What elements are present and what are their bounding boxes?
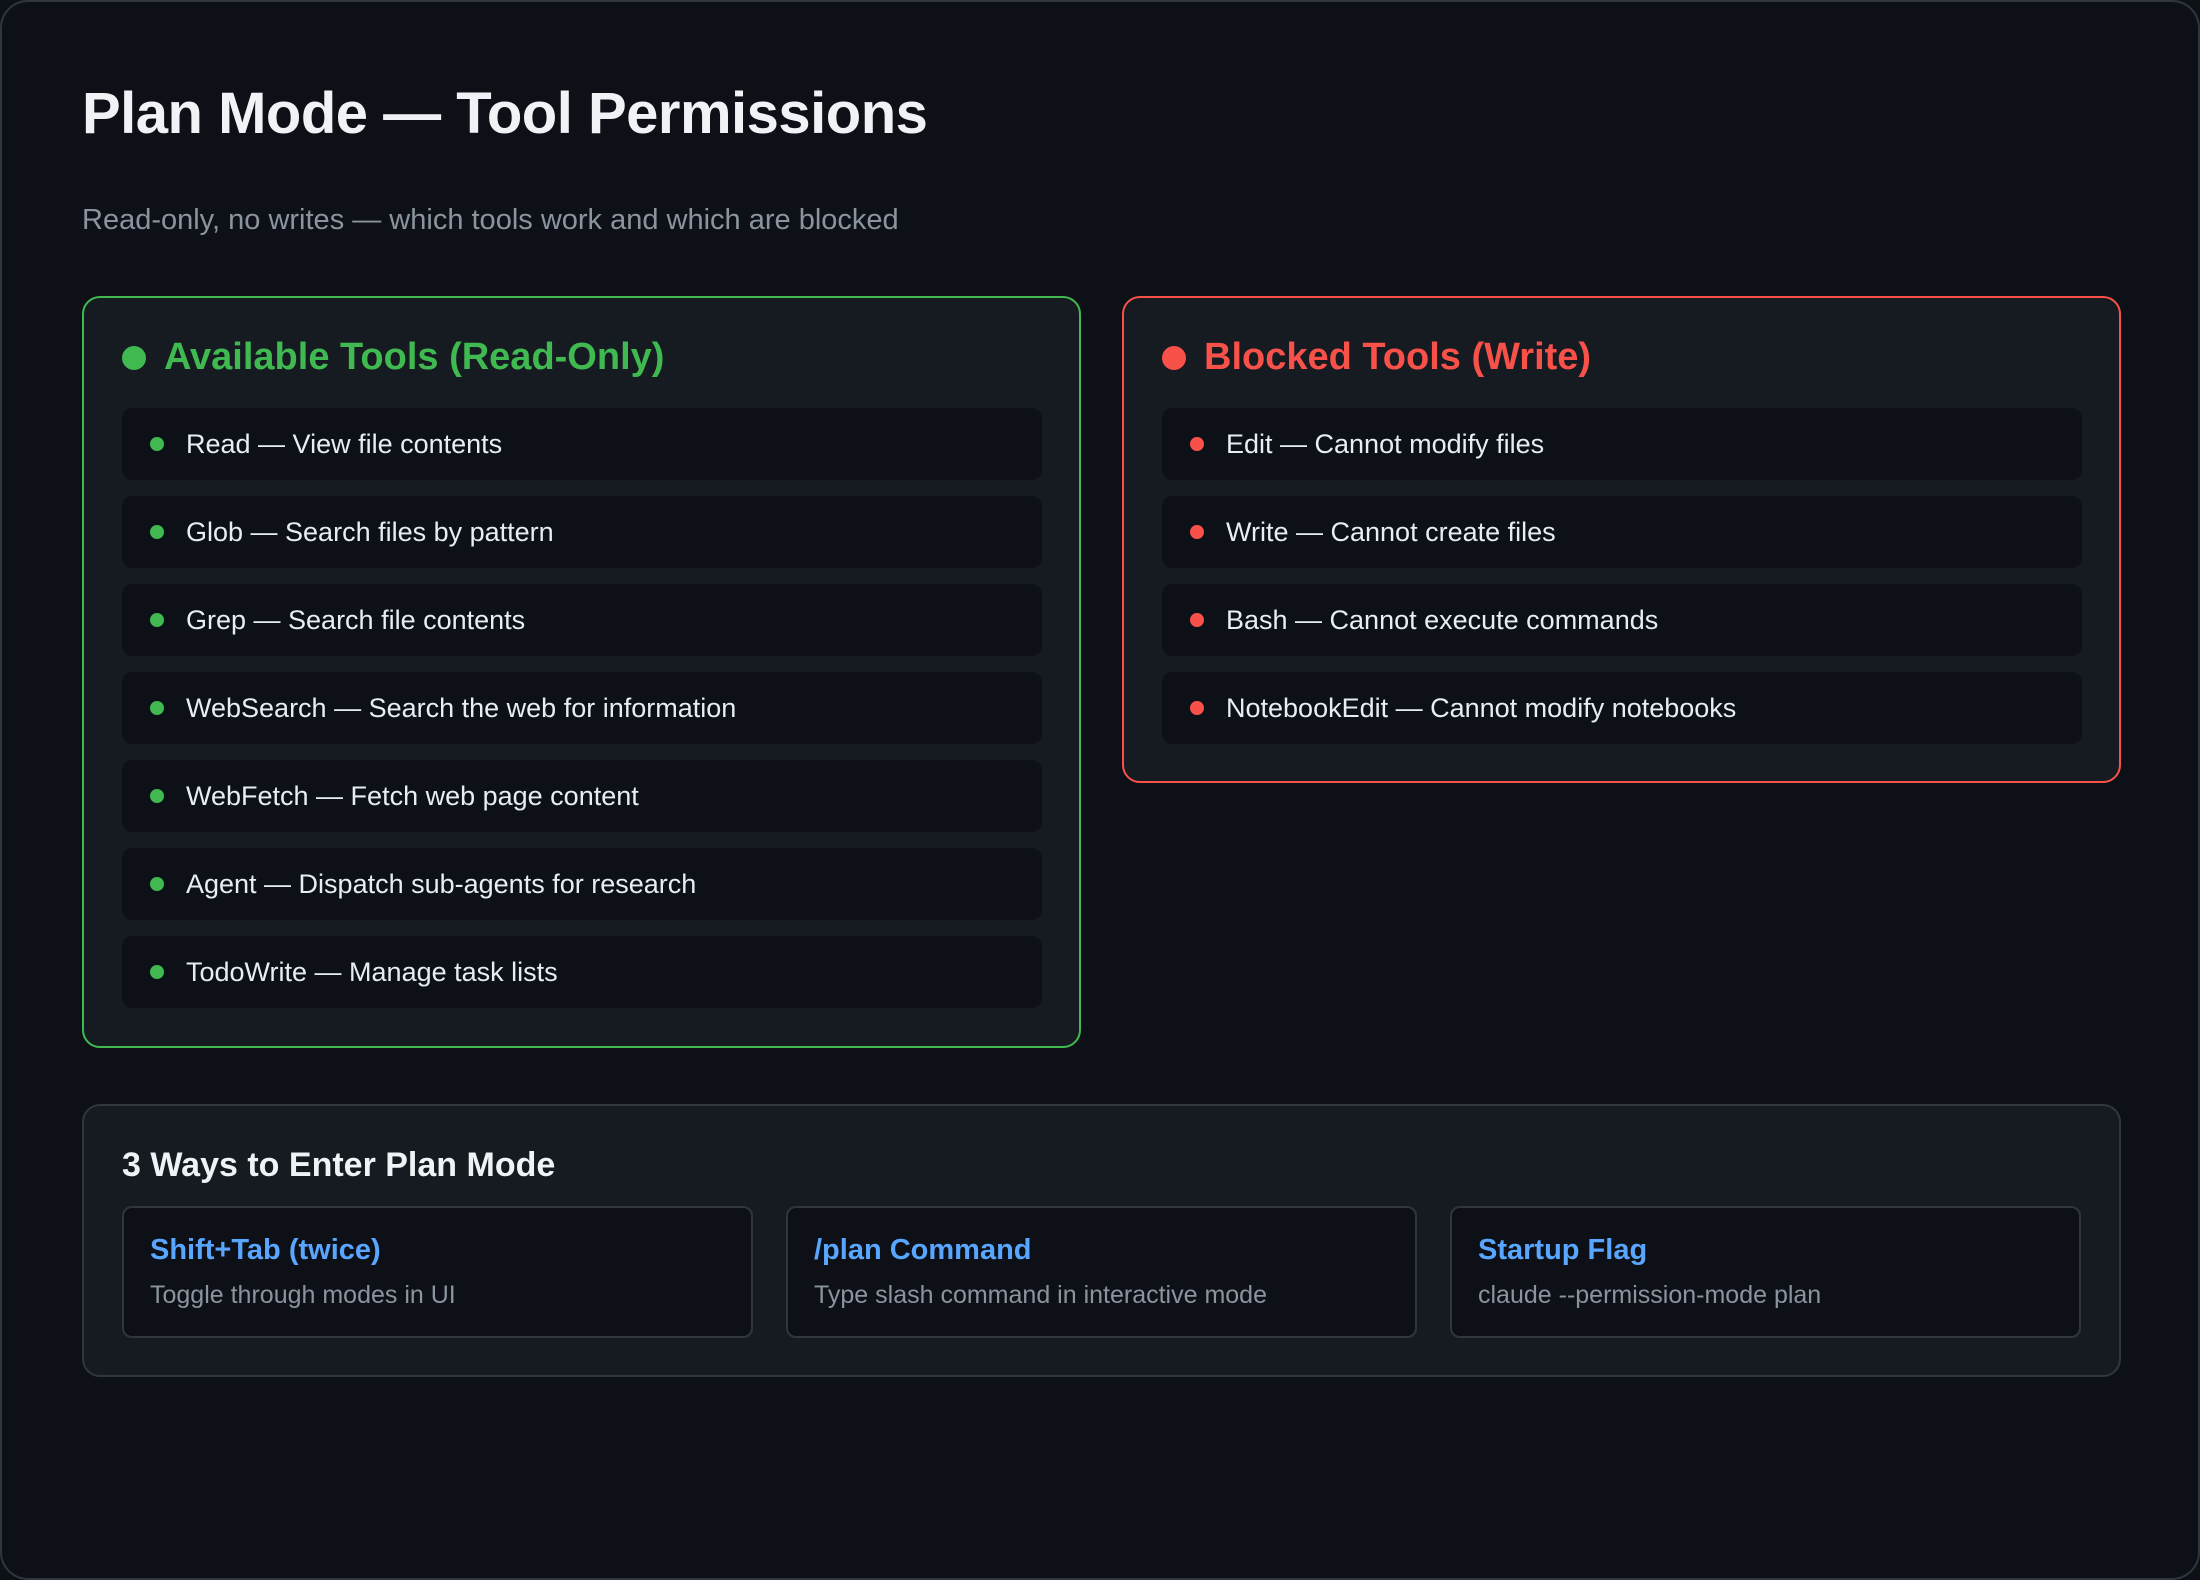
- tool-row-edit: Edit — Cannot modify files: [1162, 408, 2082, 480]
- tool-row-websearch: WebSearch — Search the web for informati…: [122, 672, 1042, 744]
- tool-label: NotebookEdit — Cannot modify notebooks: [1226, 692, 1737, 723]
- page-subtitle: Read-only, no writes — which tools work …: [82, 204, 899, 236]
- green-dot-icon: [122, 345, 146, 370]
- tool-row-bash: Bash — Cannot execute commands: [1162, 584, 2082, 656]
- available-tools-list: Read — View file contents Glob — Search …: [122, 408, 1042, 1024]
- available-tools-title: Available Tools (Read-Only): [164, 336, 665, 378]
- tool-row-notebookedit: NotebookEdit — Cannot modify notebooks: [1162, 672, 2082, 744]
- red-bullet-icon: [1190, 437, 1204, 451]
- blocked-tools-title: Blocked Tools (Write): [1204, 336, 1592, 378]
- green-bullet-icon: [150, 789, 164, 803]
- red-bullet-icon: [1190, 701, 1204, 715]
- way-card-title: Shift+Tab (twice): [150, 1234, 381, 1266]
- blocked-tools-panel: Blocked Tools (Write) Edit — Cannot modi…: [1122, 296, 2121, 783]
- tool-row-glob: Glob — Search files by pattern: [122, 496, 1042, 568]
- blocked-tools-header: Blocked Tools (Write): [1162, 336, 1591, 379]
- tool-label: WebSearch — Search the web for informati…: [186, 692, 737, 723]
- tool-row-todowrite: TodoWrite — Manage task lists: [122, 936, 1042, 1008]
- tool-label: WebFetch — Fetch web page content: [186, 780, 639, 811]
- tool-label: Agent — Dispatch sub-agents for research: [186, 868, 697, 899]
- way-card-title: Startup Flag: [1478, 1234, 1648, 1266]
- ways-grid: Shift+Tab (twice) Toggle through modes i…: [122, 1206, 2082, 1338]
- way-card-plan-command: /plan Command Type slash command in inte…: [786, 1206, 1417, 1338]
- green-bullet-icon: [150, 701, 164, 715]
- enter-plan-mode-panel: 3 Ways to Enter Plan Mode Shift+Tab (twi…: [82, 1104, 2121, 1377]
- tool-label: Edit — Cannot modify files: [1226, 428, 1545, 459]
- green-bullet-icon: [150, 437, 164, 451]
- tool-row-write: Write — Cannot create files: [1162, 496, 2082, 568]
- tool-row-webfetch: WebFetch — Fetch web page content: [122, 760, 1042, 832]
- red-bullet-icon: [1190, 613, 1204, 627]
- green-bullet-icon: [150, 525, 164, 539]
- available-tools-panel: Available Tools (Read-Only) Read — View …: [82, 296, 1081, 1048]
- green-bullet-icon: [150, 965, 164, 979]
- red-dot-icon: [1162, 345, 1186, 370]
- blocked-tools-list: Edit — Cannot modify files Write — Canno…: [1162, 408, 2082, 760]
- way-card-startup-flag: Startup Flag claude --permission-mode pl…: [1450, 1206, 2081, 1338]
- red-bullet-icon: [1190, 525, 1204, 539]
- available-tools-header: Available Tools (Read-Only): [122, 336, 664, 379]
- green-bullet-icon: [150, 613, 164, 627]
- way-card-title: /plan Command: [814, 1234, 1032, 1266]
- tool-label: Glob — Search files by pattern: [186, 516, 554, 547]
- window-frame: Plan Mode — Tool Permissions Read-only, …: [0, 0, 2200, 1580]
- way-card-shift-tab: Shift+Tab (twice) Toggle through modes i…: [122, 1206, 753, 1338]
- way-card-desc: claude --permission-mode plan: [1478, 1281, 1822, 1309]
- tool-row-grep: Grep — Search file contents: [122, 584, 1042, 656]
- green-bullet-icon: [150, 877, 164, 891]
- tool-row-agent: Agent — Dispatch sub-agents for research: [122, 848, 1042, 920]
- tool-label: Write — Cannot create files: [1226, 516, 1556, 547]
- tool-label: Bash — Cannot execute commands: [1226, 604, 1659, 635]
- way-card-desc: Toggle through modes in UI: [150, 1281, 456, 1309]
- tool-label: TodoWrite — Manage task lists: [186, 956, 558, 987]
- tool-label: Read — View file contents: [186, 428, 503, 459]
- ways-title: 3 Ways to Enter Plan Mode: [122, 1146, 556, 1184]
- page-title: Plan Mode — Tool Permissions: [82, 81, 928, 146]
- tool-label: Grep — Search file contents: [186, 604, 526, 635]
- way-card-desc: Type slash command in interactive mode: [814, 1281, 1267, 1309]
- tool-row-read: Read — View file contents: [122, 408, 1042, 480]
